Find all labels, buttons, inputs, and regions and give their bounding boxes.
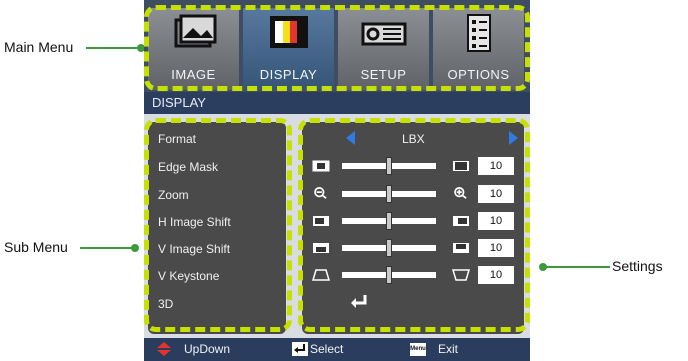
footer-updown: UpDown [184, 342, 231, 356]
sub-menu-callout-dot [131, 244, 139, 252]
main-menu-callout: Main Menu [4, 39, 74, 55]
settings-callout-line [542, 266, 610, 268]
osd-menu: IMAGE DISPLAY SETUP OPTIONS DISPLAY Form… [144, 0, 530, 361]
select-enter-icon [292, 342, 308, 356]
footer-bar: UpDown Select Menu Exit [144, 338, 530, 361]
sub-menu-callout: Sub Menu [4, 239, 68, 255]
footer-select: Select [310, 342, 344, 356]
settings-callout: Settings [612, 258, 663, 274]
main-menu-highlight [144, 5, 530, 91]
section-title-bar: DISPLAY [144, 92, 530, 114]
updown-icon [157, 342, 171, 356]
main-menu-callout-line [86, 47, 140, 49]
section-title: DISPLAY [152, 95, 206, 110]
sub-menu-callout-line [80, 247, 132, 249]
menu-key-icon: Menu [410, 343, 426, 356]
settings-highlight [298, 118, 530, 332]
sub-menu-highlight [144, 118, 292, 332]
footer-exit: Exit [438, 342, 459, 356]
settings-callout-dot [539, 263, 547, 271]
